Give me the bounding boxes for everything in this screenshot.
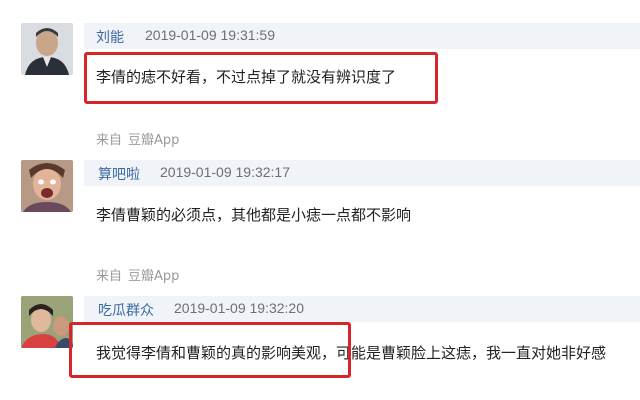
source-prefix: 来自 — [96, 269, 123, 284]
avatar[interactable] — [21, 296, 73, 348]
comment-timestamp: 2019-01-09 19:31:59 — [145, 27, 275, 43]
source-prefix: 来自 — [96, 133, 123, 148]
comment-header: 算吧啦 2019-01-09 19:32:17 — [84, 160, 640, 186]
comment-timestamp: 2019-01-09 19:32:20 — [174, 300, 304, 316]
username-link[interactable]: 刘能 — [96, 27, 124, 47]
comment-source: 来自 豆瓣App — [96, 265, 179, 284]
comment-text: 李倩曹颖的必须点，其他都是小痣一点都不影响 — [96, 206, 412, 224]
highlight-box — [84, 52, 438, 104]
username-link[interactable]: 吃瓜群众 — [98, 300, 154, 320]
highlight-box — [69, 322, 351, 378]
comment-header: 刘能 2019-01-09 19:31:59 — [84, 23, 640, 49]
comment-timestamp: 2019-01-09 19:32:17 — [160, 164, 290, 180]
avatar[interactable] — [21, 160, 73, 212]
source-app-link[interactable]: 豆瓣App — [128, 269, 179, 284]
comment-source: 来自 豆瓣App — [96, 129, 179, 148]
comment-header: 吃瓜群众 2019-01-09 19:32:20 — [84, 296, 640, 322]
source-app-link[interactable]: 豆瓣App — [128, 133, 179, 148]
avatar[interactable] — [21, 23, 73, 75]
username-link[interactable]: 算吧啦 — [98, 164, 140, 184]
